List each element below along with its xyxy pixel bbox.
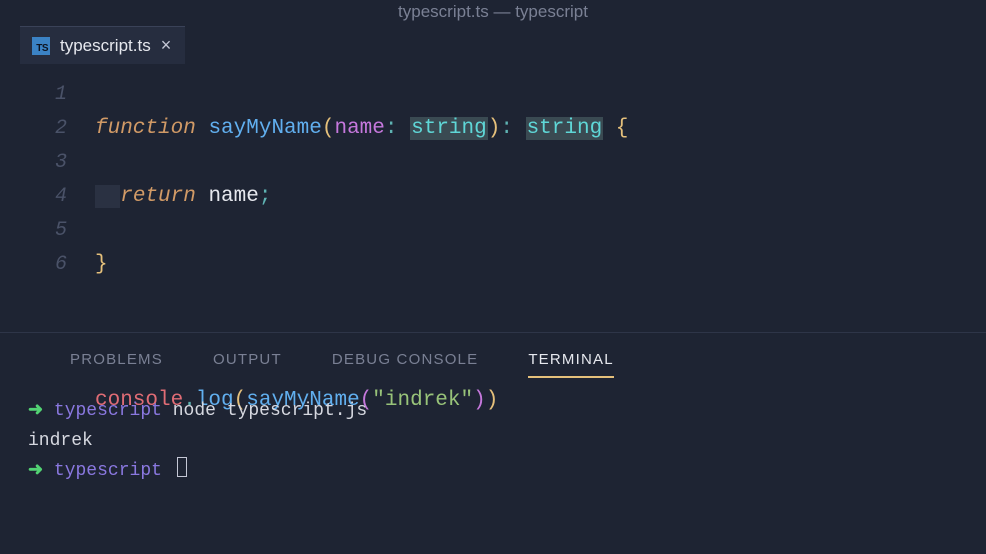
line-number: 3 xyxy=(0,146,67,180)
code-line: ..return name; xyxy=(95,180,628,214)
tab-terminal[interactable]: TERMINAL xyxy=(528,351,613,378)
line-number: 6 xyxy=(0,248,67,282)
editor[interactable]: 1 2 3 4 5 6 function sayMyName(name: str… xyxy=(0,64,986,332)
line-number: 2 xyxy=(0,112,67,146)
prompt-arrow-icon: ➜ xyxy=(28,461,43,481)
code-line xyxy=(95,316,628,350)
line-number: 1 xyxy=(0,78,67,112)
line-number: 4 xyxy=(0,180,67,214)
window-title: typescript.ts — typescript xyxy=(0,0,986,26)
tab-debug-console[interactable]: DEBUG CONSOLE xyxy=(332,351,478,378)
cursor-icon xyxy=(177,457,187,477)
typescript-icon: TS xyxy=(32,37,50,55)
tab-bar: TS typescript.ts × xyxy=(0,26,986,64)
line-gutter: 1 2 3 4 5 6 xyxy=(0,78,95,332)
code-line: } xyxy=(95,248,628,282)
tab-typescript[interactable]: TS typescript.ts × xyxy=(20,26,185,64)
prompt-arrow-icon: ➜ xyxy=(28,401,43,421)
tab-output[interactable]: OUTPUT xyxy=(213,351,282,378)
code-line: function sayMyName(name: string): string… xyxy=(95,112,628,146)
close-icon[interactable]: × xyxy=(161,35,172,56)
tab-problems[interactable]: PROBLEMS xyxy=(70,351,163,378)
code-area[interactable]: function sayMyName(name: string): string… xyxy=(95,78,628,332)
tab-filename: typescript.ts xyxy=(60,36,151,56)
line-number: 5 xyxy=(0,214,67,248)
